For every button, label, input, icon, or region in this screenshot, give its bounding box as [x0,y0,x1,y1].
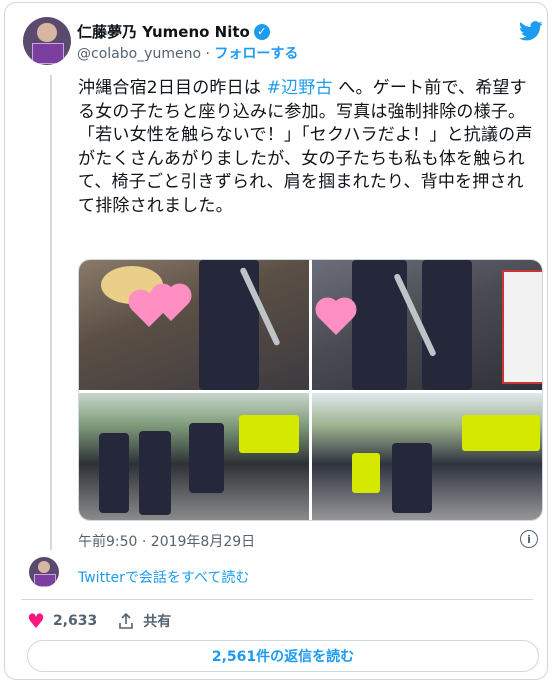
handle-separator: · [205,46,210,62]
info-icon[interactable]: i [520,530,538,548]
tweet-card: 仁藤夢乃 Yumeno Nito ✓ @colabo_yumeno · フォロー… [4,2,548,680]
twitter-bird-icon[interactable] [519,21,543,41]
officer-shape [392,443,432,513]
heart-icon[interactable]: ♥ [27,611,45,631]
thread-line [50,75,52,550]
author-avatar[interactable] [23,17,71,65]
follow-button[interactable]: フォローする [214,46,298,62]
read-conversation-link[interactable]: Twitterで会話をすべて読む [78,567,249,587]
hashtag-link[interactable]: #辺野古 [267,78,333,98]
photo-police-line-2[interactable] [312,393,542,520]
read-replies-button[interactable]: 2,561件の返信を読む [27,640,539,672]
verified-badge-icon: ✓ [253,23,270,40]
officer-shape [422,260,472,390]
vest-shape [462,415,540,451]
heart-sticker-icon [319,301,353,335]
vest-shape [239,415,299,453]
avatar-face [38,560,50,573]
officer-shape [139,431,171,515]
divider [21,599,533,600]
author-display-name[interactable]: 仁藤夢乃 Yumeno Nito [77,21,250,42]
vest-shape [352,453,380,493]
avatar-sign [31,43,65,64]
author-handle[interactable]: @colabo_yumeno [77,46,201,62]
avatar-face [37,22,57,42]
share-button[interactable]: 共有 [117,611,171,631]
avatar-sign [34,573,56,587]
photo-police-line-1[interactable] [79,393,309,520]
share-label: 共有 [143,614,172,630]
photo-sit-in-1[interactable] [79,260,309,390]
conversation-avatar[interactable] [29,557,59,587]
photo-sit-in-2[interactable] [312,260,542,390]
media-grid [78,259,543,521]
tweet-timestamp[interactable]: 午前9:50 · 2019年8月29日 [78,531,255,551]
sign-board [502,270,542,384]
like-count: 2,633 [52,613,98,629]
tweet-text-rest: へ。ゲート前で、希望する女の子たちと座り込みに参加。写真は強制排除の様子。「若い… [78,78,533,216]
author-name-row[interactable]: 仁藤夢乃 Yumeno Nito ✓ [77,21,270,42]
tweet-text: 沖縄合宿2日目の昨日は #辺野古 へ。ゲート前で、希望する女の子たちと座り込みに… [78,77,540,218]
share-icon [119,612,134,629]
tweet-text-start: 沖縄合宿2日目の昨日は [78,78,267,98]
officer-shape [99,433,129,513]
author-handle-row: @colabo_yumeno · フォローする [77,43,298,63]
action-bar: ♥ 2,633 共有 [27,611,171,631]
officer-shape [189,423,224,493]
